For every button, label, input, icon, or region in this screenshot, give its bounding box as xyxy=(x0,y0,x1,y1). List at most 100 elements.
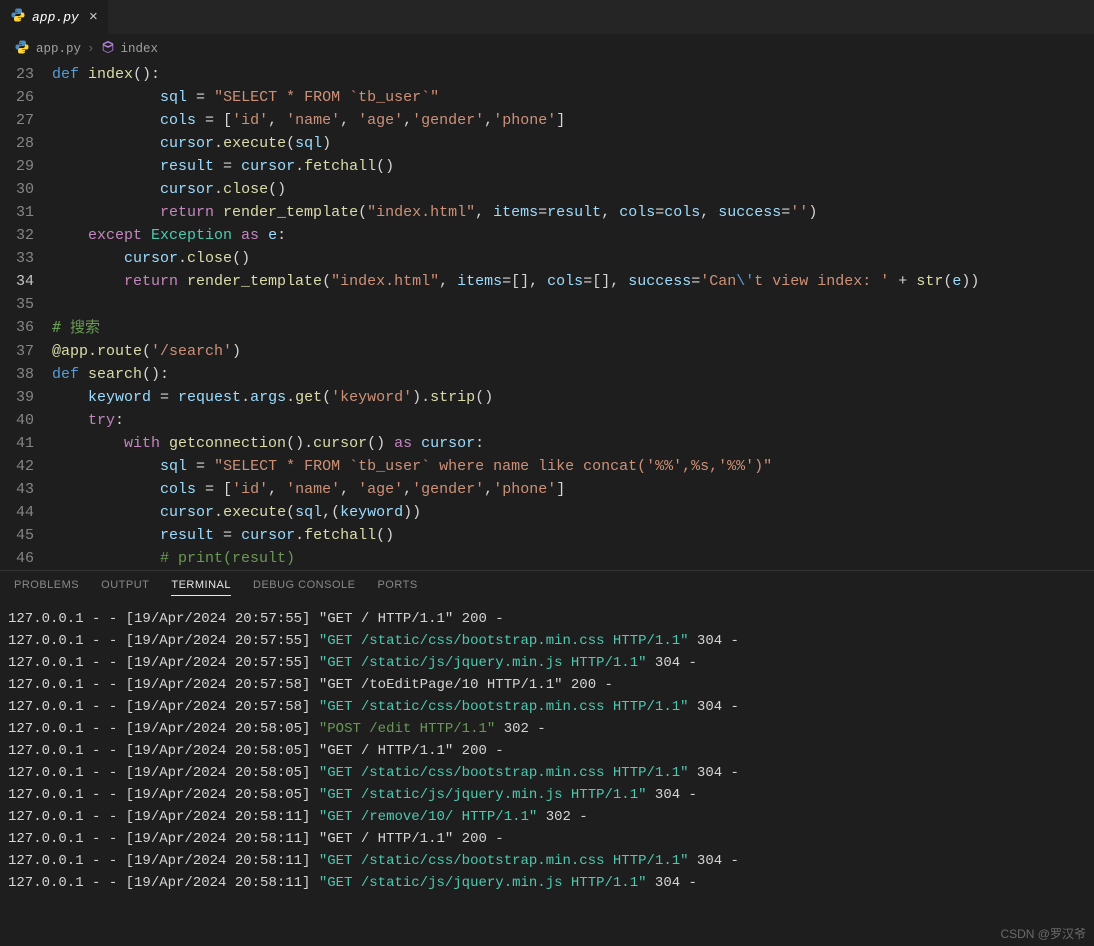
code-editor[interactable]: 23def index():26 sql = "SELECT * FROM `t… xyxy=(0,63,1094,570)
line-number: 32 xyxy=(0,224,52,247)
terminal-line: 127.0.0.1 - - [19/Apr/2024 20:58:11] "GE… xyxy=(8,806,1086,828)
code-content[interactable]: def search(): xyxy=(52,363,1094,386)
line-number: 23 xyxy=(0,63,52,86)
code-content[interactable]: cols = ['id', 'name', 'age','gender','ph… xyxy=(52,478,1094,501)
code-line[interactable]: 23def index(): xyxy=(0,63,1094,86)
code-content[interactable]: @app.route('/search') xyxy=(52,340,1094,363)
line-number: 26 xyxy=(0,86,52,109)
code-line[interactable]: 44 cursor.execute(sql,(keyword)) xyxy=(0,501,1094,524)
terminal-line: 127.0.0.1 - - [19/Apr/2024 20:58:05] "GE… xyxy=(8,762,1086,784)
code-content[interactable]: # print(result) xyxy=(52,547,1094,570)
line-number: 41 xyxy=(0,432,52,455)
tab-ports[interactable]: PORTS xyxy=(377,579,417,596)
line-number: 31 xyxy=(0,201,52,224)
code-line[interactable]: 29 result = cursor.fetchall() xyxy=(0,155,1094,178)
python-icon xyxy=(10,7,26,27)
terminal-line: 127.0.0.1 - - [19/Apr/2024 20:57:55] "GE… xyxy=(8,630,1086,652)
code-line[interactable]: 26 sql = "SELECT * FROM `tb_user`" xyxy=(0,86,1094,109)
watermark: CSDN @罗汉爷 xyxy=(1000,925,1086,942)
line-number: 35 xyxy=(0,293,52,316)
line-number: 44 xyxy=(0,501,52,524)
code-line[interactable]: 36# 搜索 xyxy=(0,316,1094,340)
code-line[interactable]: 27 cols = ['id', 'name', 'age','gender',… xyxy=(0,109,1094,132)
bottom-panel: PROBLEMS OUTPUT TERMINAL DEBUG CONSOLE P… xyxy=(0,570,1094,946)
line-number: 36 xyxy=(0,316,52,340)
code-line[interactable]: 35 xyxy=(0,293,1094,316)
terminal-line: 127.0.0.1 - - [19/Apr/2024 20:57:55] "GE… xyxy=(8,608,1086,630)
tab-terminal[interactable]: TERMINAL xyxy=(171,579,231,596)
code-content[interactable]: with getconnection().cursor() as cursor: xyxy=(52,432,1094,455)
code-line[interactable]: 41 with getconnection().cursor() as curs… xyxy=(0,432,1094,455)
terminal-line: 127.0.0.1 - - [19/Apr/2024 20:58:11] "GE… xyxy=(8,872,1086,894)
line-number: 34 xyxy=(0,270,52,293)
tab-output[interactable]: OUTPUT xyxy=(101,579,149,596)
code-line[interactable]: 30 cursor.close() xyxy=(0,178,1094,201)
line-number: 27 xyxy=(0,109,52,132)
code-line[interactable]: 32 except Exception as e: xyxy=(0,224,1094,247)
line-number: 40 xyxy=(0,409,52,432)
code-content[interactable]: cursor.execute(sql,(keyword)) xyxy=(52,501,1094,524)
line-number: 39 xyxy=(0,386,52,409)
code-line[interactable]: 28 cursor.execute(sql) xyxy=(0,132,1094,155)
code-content[interactable]: result = cursor.fetchall() xyxy=(52,155,1094,178)
code-content[interactable]: except Exception as e: xyxy=(52,224,1094,247)
code-line[interactable]: 45 result = cursor.fetchall() xyxy=(0,524,1094,547)
terminal-line: 127.0.0.1 - - [19/Apr/2024 20:58:11] "GE… xyxy=(8,828,1086,850)
breadcrumb-symbol[interactable]: index xyxy=(121,42,159,56)
tab-label: app.py xyxy=(32,10,79,25)
line-number: 43 xyxy=(0,478,52,501)
line-number: 42 xyxy=(0,455,52,478)
close-icon[interactable]: × xyxy=(85,9,98,26)
code-content[interactable]: cursor.close() xyxy=(52,178,1094,201)
code-line[interactable]: 33 cursor.close() xyxy=(0,247,1094,270)
code-content[interactable]: sql = "SELECT * FROM `tb_user` where nam… xyxy=(52,455,1094,478)
tabs-bar: app.py × xyxy=(0,0,1094,35)
code-line[interactable]: 39 keyword = request.args.get('keyword')… xyxy=(0,386,1094,409)
code-content[interactable]: return render_template("index.html", ite… xyxy=(52,201,1094,224)
code-content[interactable]: cols = ['id', 'name', 'age','gender','ph… xyxy=(52,109,1094,132)
line-number: 29 xyxy=(0,155,52,178)
terminal-line: 127.0.0.1 - - [19/Apr/2024 20:58:05] "GE… xyxy=(8,740,1086,762)
code-line[interactable]: 31 return render_template("index.html", … xyxy=(0,201,1094,224)
code-content[interactable]: cursor.close() xyxy=(52,247,1094,270)
tab-debug-console[interactable]: DEBUG CONSOLE xyxy=(253,579,355,596)
code-content[interactable]: sql = "SELECT * FROM `tb_user`" xyxy=(52,86,1094,109)
breadcrumb-file[interactable]: app.py xyxy=(36,42,81,56)
code-content[interactable]: def index(): xyxy=(52,63,1094,86)
tab-app-py[interactable]: app.py × xyxy=(0,0,109,34)
panel-tabs: PROBLEMS OUTPUT TERMINAL DEBUG CONSOLE P… xyxy=(0,571,1094,602)
line-number: 45 xyxy=(0,524,52,547)
tab-problems[interactable]: PROBLEMS xyxy=(14,579,79,596)
code-content[interactable]: return render_template("index.html", ite… xyxy=(52,270,1094,293)
code-line[interactable]: 34 return render_template("index.html", … xyxy=(0,270,1094,293)
code-line[interactable]: 40 try: xyxy=(0,409,1094,432)
function-icon xyxy=(101,40,115,58)
code-line[interactable]: 42 sql = "SELECT * FROM `tb_user` where … xyxy=(0,455,1094,478)
code-line[interactable]: 43 cols = ['id', 'name', 'age','gender',… xyxy=(0,478,1094,501)
code-line[interactable]: 38def search(): xyxy=(0,363,1094,386)
terminal-line: 127.0.0.1 - - [19/Apr/2024 20:57:58] "GE… xyxy=(8,696,1086,718)
line-number: 46 xyxy=(0,547,52,570)
terminal-line: 127.0.0.1 - - [19/Apr/2024 20:57:58] "GE… xyxy=(8,674,1086,696)
line-number: 37 xyxy=(0,340,52,363)
breadcrumb: app.py › index xyxy=(0,35,1094,63)
terminal-line: 127.0.0.1 - - [19/Apr/2024 20:58:05] "GE… xyxy=(8,784,1086,806)
python-icon xyxy=(14,39,30,59)
code-content[interactable] xyxy=(52,293,1094,316)
code-content[interactable]: try: xyxy=(52,409,1094,432)
code-content[interactable]: # 搜索 xyxy=(52,316,1094,340)
line-number: 28 xyxy=(0,132,52,155)
terminal-output[interactable]: 127.0.0.1 - - [19/Apr/2024 20:57:55] "GE… xyxy=(0,602,1094,946)
terminal-line: 127.0.0.1 - - [19/Apr/2024 20:58:11] "GE… xyxy=(8,850,1086,872)
code-line[interactable]: 46 # print(result) xyxy=(0,547,1094,570)
line-number: 38 xyxy=(0,363,52,386)
code-content[interactable]: keyword = request.args.get('keyword').st… xyxy=(52,386,1094,409)
code-content[interactable]: result = cursor.fetchall() xyxy=(52,524,1094,547)
line-number: 33 xyxy=(0,247,52,270)
terminal-line: 127.0.0.1 - - [19/Apr/2024 20:57:55] "GE… xyxy=(8,652,1086,674)
chevron-right-icon: › xyxy=(87,42,95,56)
code-content[interactable]: cursor.execute(sql) xyxy=(52,132,1094,155)
code-line[interactable]: 37@app.route('/search') xyxy=(0,340,1094,363)
terminal-line: 127.0.0.1 - - [19/Apr/2024 20:58:05] "PO… xyxy=(8,718,1086,740)
line-number: 30 xyxy=(0,178,52,201)
